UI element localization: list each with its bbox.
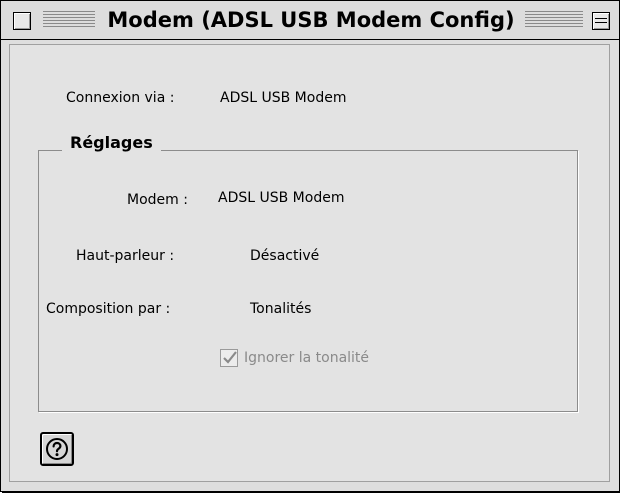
modem-value: ADSL USB Modem xyxy=(218,190,345,206)
help-button[interactable] xyxy=(40,432,74,466)
connection-label: Connexion via : xyxy=(66,90,175,106)
close-box-icon[interactable] xyxy=(13,12,31,30)
speaker-value: Désactivé xyxy=(250,248,320,264)
ignore-tone-label: Ignorer la tonalité xyxy=(244,350,370,366)
ignore-tone-checkbox xyxy=(220,349,238,367)
title-bar-stripes-right xyxy=(525,11,583,29)
settings-group-title: Réglages xyxy=(62,133,161,152)
title-bar[interactable]: Modem (ADSL USB Modem Config) xyxy=(1,1,619,40)
window-title: Modem (ADSL USB Modem Config) xyxy=(107,8,515,32)
dialing-label: Composition par : xyxy=(46,301,171,317)
title-bar-stripes-left xyxy=(43,11,95,29)
speaker-label: Haut-parleur : xyxy=(76,248,175,264)
modem-label: Modem : xyxy=(127,192,188,208)
dialing-value: Tonalités xyxy=(250,301,312,317)
collapse-box-icon[interactable] xyxy=(592,12,610,30)
question-mark-icon xyxy=(46,438,68,460)
connection-value: ADSL USB Modem xyxy=(220,90,347,106)
check-icon xyxy=(223,351,237,364)
